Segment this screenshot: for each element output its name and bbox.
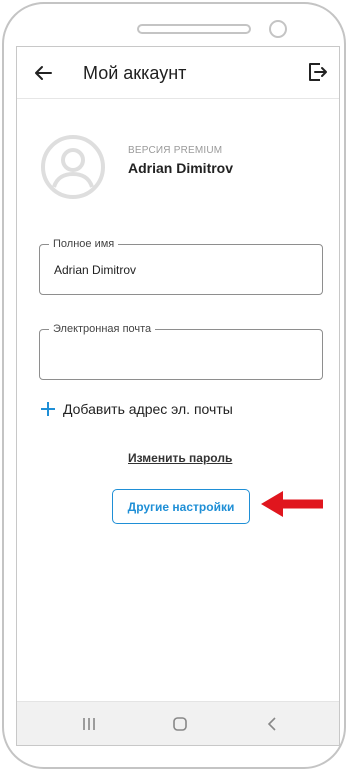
full-name-field[interactable]: Полное имя <box>39 237 323 295</box>
email-input[interactable] <box>54 348 304 362</box>
speaker-grille <box>137 24 251 34</box>
app-screen: Мой аккаунт ВЕРСИЯ PREMIUM Adrian Dimitr… <box>16 46 340 746</box>
arrow-left-icon[interactable] <box>31 61 55 85</box>
logout-icon[interactable] <box>307 61 329 83</box>
full-name-input[interactable] <box>54 263 304 277</box>
system-nav-bar <box>17 701 339 745</box>
full-name-label: Полное имя <box>49 237 119 251</box>
other-settings-button[interactable]: Другие настройки <box>112 489 250 524</box>
add-email-label: Добавить адрес эл. почты <box>63 401 233 417</box>
account-name: Adrian Dimitrov <box>128 160 234 176</box>
email-label: Электронная почта <box>49 322 156 336</box>
recent-apps-icon[interactable] <box>79 714 99 734</box>
front-camera <box>269 20 287 38</box>
person-avatar-icon <box>41 135 105 199</box>
add-email-button[interactable]: Добавить адрес эл. почты <box>41 401 233 417</box>
change-password-link[interactable]: Изменить пароль <box>128 451 232 465</box>
account-type-label: ВЕРСИЯ PREMIUM <box>128 145 223 156</box>
home-icon[interactable] <box>170 714 190 734</box>
email-field[interactable]: Электронная почта <box>39 322 323 380</box>
page-title: Мой аккаунт <box>83 63 187 83</box>
phone-frame: Мой аккаунт ВЕРСИЯ PREMIUM Adrian Dimitr… <box>2 2 346 769</box>
red-arrow-annotation-icon <box>261 491 323 517</box>
plus-icon <box>41 402 55 416</box>
app-bar: Мой аккаунт <box>17 47 339 99</box>
back-chevron-icon[interactable] <box>262 714 282 734</box>
